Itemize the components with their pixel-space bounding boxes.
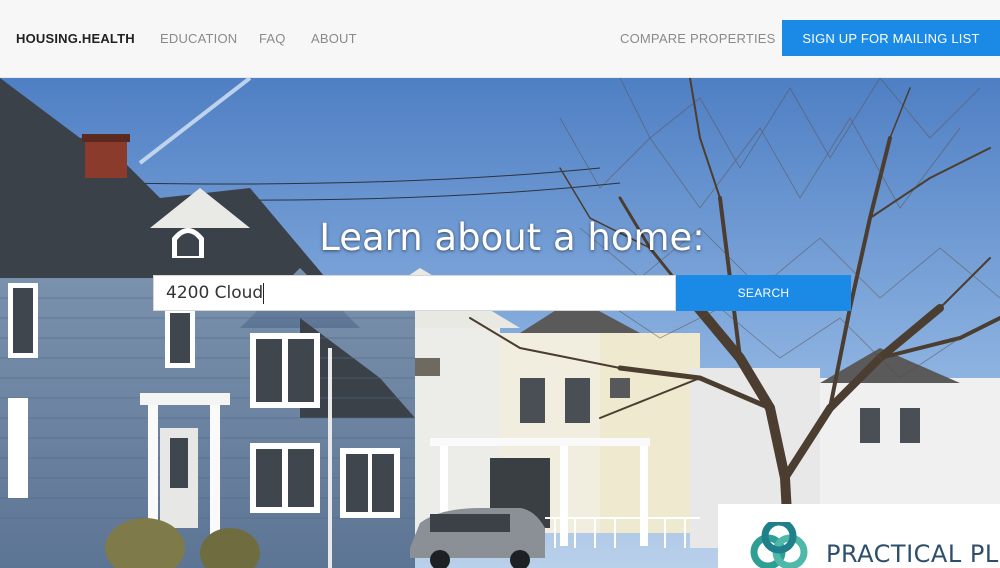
logo-text: PRACTICAL PL xyxy=(826,540,999,568)
nav-education-link[interactable]: EDUCATION xyxy=(160,31,237,46)
hero-section: Learn about a home: SEARCH xyxy=(0,78,1000,568)
practical-playbook-logo[interactable]: PRACTICAL PL xyxy=(718,504,1000,568)
nav-about-link[interactable]: ABOUT xyxy=(311,31,357,46)
logo-rings-icon xyxy=(750,522,808,568)
top-navbar: HOUSING.HEALTH EDUCATION FAQ ABOUT COMPA… xyxy=(0,0,1000,78)
signup-mailing-list-button[interactable]: SIGN UP FOR MAILING LIST xyxy=(782,20,1000,56)
address-search-input[interactable] xyxy=(153,275,676,311)
brand-logo[interactable]: HOUSING.HEALTH xyxy=(16,31,135,46)
text-caret xyxy=(263,283,264,304)
nav-compare-properties-link[interactable]: COMPARE PROPERTIES xyxy=(620,31,776,46)
nav-faq-link[interactable]: FAQ xyxy=(259,31,286,46)
hero-heading: Learn about a home: xyxy=(319,216,705,259)
search-button[interactable]: SEARCH xyxy=(676,275,851,311)
hero-background-image xyxy=(0,78,1000,568)
